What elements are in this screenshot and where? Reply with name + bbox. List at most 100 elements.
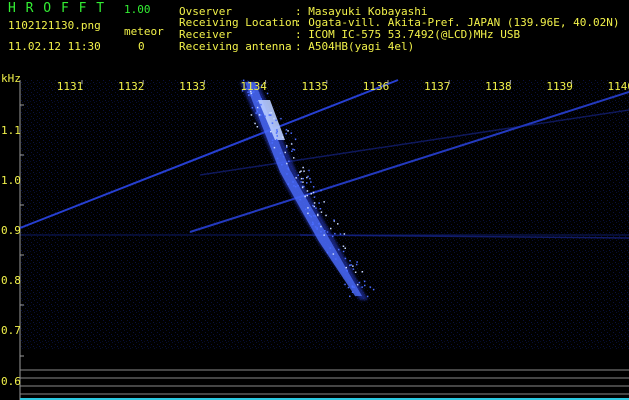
x-tick-label: 1132 [118, 80, 145, 93]
signal-dot [304, 195, 306, 198]
signal-dot [292, 181, 294, 183]
signal-dot [287, 183, 290, 185]
y-tick-label: 0.6 [1, 375, 21, 388]
signal-dot [361, 271, 364, 273]
signal-dot [332, 253, 335, 255]
y-tick-label: 1.1 [1, 124, 21, 137]
signal-dot [308, 169, 310, 172]
signal-dot [338, 248, 340, 251]
signal-dot [285, 128, 288, 131]
signal-dot [337, 223, 339, 225]
signal-dot [270, 112, 273, 114]
signal-dot [297, 174, 299, 176]
x-tick-label: 1137 [424, 80, 451, 93]
signal-dot [329, 247, 331, 249]
signal-dot [268, 114, 271, 116]
signal-dot [354, 271, 357, 273]
signal-dot [260, 114, 262, 116]
signal-dot [288, 160, 290, 162]
signal-dot [308, 209, 311, 211]
x-tick-label: 1139 [546, 80, 573, 93]
signal-dot [297, 184, 299, 187]
signal-dot [286, 145, 288, 147]
signal-dot [361, 286, 363, 288]
signal-dot [307, 212, 309, 215]
signal-dot [312, 204, 314, 207]
signal-dot [311, 223, 314, 226]
signal-dot [302, 166, 304, 169]
signal-dot [250, 114, 253, 116]
signal-dot [343, 233, 346, 235]
signal-dot [256, 110, 258, 113]
signal-dot [279, 152, 282, 154]
signal-dot [306, 190, 309, 192]
signal-dot [306, 194, 308, 197]
signal-dot [349, 260, 351, 262]
y-unit-label: kHz [1, 72, 21, 85]
signal-dot [304, 208, 307, 211]
y-tick-label: 1.0 [1, 174, 21, 187]
x-tick-label: 1134 [240, 80, 267, 93]
signal-dot [326, 251, 329, 254]
signal-dot [295, 185, 297, 188]
signal-dot [347, 286, 350, 289]
signal-dot [307, 207, 309, 209]
signal-dot [280, 117, 282, 120]
signal-dot [313, 205, 315, 208]
signal-dot [301, 186, 304, 189]
signal-dot [350, 264, 352, 266]
signal-dot [302, 181, 304, 183]
x-tick-label: 1135 [302, 80, 329, 93]
signal-dot [273, 146, 276, 149]
signal-dot [346, 270, 349, 272]
signal-dot [323, 201, 325, 203]
signal-dot [282, 136, 284, 138]
signal-dot [339, 233, 342, 235]
signal-dot [372, 288, 375, 291]
signal-dot [335, 258, 337, 260]
signal-dot [330, 227, 332, 230]
signal-dot [276, 129, 278, 131]
signal-dot [271, 122, 274, 124]
signal-dot [355, 263, 358, 266]
signal-dot [320, 211, 323, 213]
signal-dot [293, 157, 295, 159]
signal-dot [281, 164, 283, 166]
signal-dot [258, 114, 261, 116]
signal-dot [313, 196, 316, 198]
signal-dot [282, 155, 285, 158]
x-tick-label: 1136 [363, 80, 390, 93]
signal-dot [325, 214, 327, 217]
signal-dot [284, 151, 286, 154]
signal-dot [313, 202, 316, 204]
signal-dot [293, 149, 296, 151]
signal-dot [291, 150, 293, 152]
signal-dot [256, 126, 259, 128]
signal-dot [270, 114, 272, 116]
signal-dot [342, 245, 345, 247]
signal-dot [294, 138, 297, 140]
signal-dot [313, 215, 315, 217]
signal-dot [306, 182, 308, 184]
signal-dot [275, 119, 277, 122]
spectrogram-plot: kHz 1131 1132 1133 1134 1135 1136 1137 1138 1139… [1, 72, 629, 400]
signal-dot [332, 235, 334, 238]
signal-dot [314, 226, 317, 228]
signal-dot [309, 177, 311, 180]
signal-dot [334, 232, 336, 235]
signal-dot [275, 132, 278, 134]
signal-dot [366, 295, 369, 298]
signal-dot [271, 142, 273, 144]
signal-dot [273, 117, 275, 120]
signal-dot [300, 177, 303, 180]
signal-dot [363, 280, 366, 283]
signal-dot [287, 167, 289, 169]
signal-dot [352, 291, 354, 293]
signal-dot [266, 92, 269, 95]
signal-dot [352, 265, 354, 267]
signal-dot [285, 132, 287, 135]
signal-dot [290, 132, 292, 134]
signal-dot [319, 208, 322, 210]
signal-dot [342, 250, 345, 253]
signal-dot [320, 225, 322, 228]
